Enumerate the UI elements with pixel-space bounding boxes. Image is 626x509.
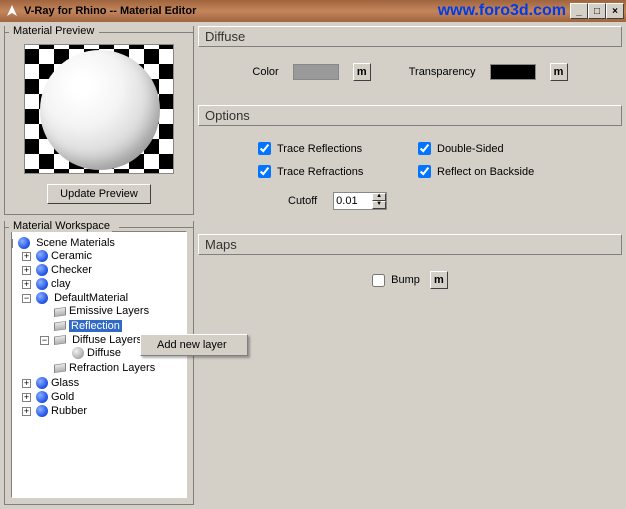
tree-layer-reflection[interactable]: Reflection — [69, 320, 122, 332]
material-icon — [36, 405, 48, 417]
app-icon — [4, 3, 20, 19]
watermark: www.foro3d.com — [438, 2, 566, 20]
transparency-label: Transparency — [409, 66, 476, 78]
material-icon — [36, 278, 48, 290]
layer-icon — [54, 335, 66, 345]
tree-item[interactable]: Gold — [51, 391, 74, 403]
tree-layer-diffuse-layers[interactable]: Diffuse Layers — [72, 334, 142, 346]
materials-tree[interactable]: − Scene Materials + Ceramic + Checker + cla… — [11, 231, 187, 498]
tree-toggle[interactable]: + — [22, 252, 31, 261]
title-bar: V-Ray for Rhino -- Material Editor www.f… — [0, 0, 626, 22]
tree-toggle[interactable]: + — [22, 266, 31, 275]
tree-item[interactable]: clay — [51, 278, 71, 290]
color-map-button[interactable]: m — [353, 63, 371, 81]
preview-sphere — [40, 50, 160, 170]
minimize-button[interactable]: _ — [570, 3, 588, 19]
cutoff-input[interactable] — [334, 193, 372, 209]
window-title: V-Ray for Rhino -- Material Editor — [24, 5, 196, 17]
tree-toggle[interactable]: − — [11, 239, 13, 248]
cutoff-spinner[interactable]: ▲ ▼ — [333, 192, 387, 210]
preview-image — [24, 44, 174, 174]
tree-root[interactable]: Scene Materials — [36, 237, 115, 249]
tree-item[interactable]: Ceramic — [51, 250, 92, 262]
layer-icon — [54, 363, 66, 373]
tree-item-default[interactable]: DefaultMaterial — [54, 292, 128, 304]
color-swatch[interactable] — [293, 64, 339, 80]
options-header[interactable]: Options — [198, 105, 622, 126]
material-icon — [36, 377, 48, 389]
material-preview-group: Material Preview Update Preview — [4, 26, 194, 215]
tree-layer-diffuse[interactable]: Diffuse — [87, 347, 121, 359]
update-preview-button[interactable]: Update Preview — [47, 184, 151, 204]
diffuse-icon — [72, 347, 84, 359]
tree-item[interactable]: Checker — [51, 264, 92, 276]
add-new-layer-item[interactable]: Add new layer — [141, 337, 247, 353]
group-label: Material Workspace — [11, 220, 112, 232]
material-icon — [36, 391, 48, 403]
cutoff-up[interactable]: ▲ — [372, 193, 386, 201]
group-label: Material Preview — [11, 25, 96, 37]
cutoff-label: Cutoff — [288, 195, 317, 207]
transparency-swatch[interactable] — [490, 64, 536, 80]
material-icon — [36, 264, 48, 276]
close-button[interactable]: × — [606, 3, 624, 19]
tree-item[interactable]: Rubber — [51, 405, 87, 417]
material-icon — [36, 250, 48, 262]
tree-toggle[interactable]: + — [22, 379, 31, 388]
options-panel: Trace Reflections Double-Sided Trace Ref… — [198, 132, 622, 228]
tree-toggle[interactable]: − — [22, 294, 31, 303]
cutoff-down[interactable]: ▼ — [372, 201, 386, 209]
material-icon — [18, 237, 30, 249]
bump-check[interactable]: Bump — [372, 274, 420, 287]
trace-reflections-check[interactable]: Trace Reflections — [258, 142, 418, 155]
color-label: Color — [252, 66, 278, 78]
reflect-backside-check[interactable]: Reflect on Backside — [418, 165, 578, 178]
tree-toggle[interactable]: + — [22, 280, 31, 289]
layer-icon — [54, 321, 66, 331]
tree-toggle[interactable]: + — [22, 393, 31, 402]
tree-toggle[interactable]: − — [40, 336, 49, 345]
layer-icon — [54, 307, 66, 317]
tree-layer-refraction[interactable]: Refraction Layers — [69, 362, 155, 374]
diffuse-panel: Color m Transparency m — [198, 53, 622, 99]
trace-refractions-check[interactable]: Trace Refractions — [258, 165, 418, 178]
tree-layer-emissive[interactable]: Emissive Layers — [69, 306, 149, 318]
double-sided-check[interactable]: Double-Sided — [418, 142, 578, 155]
transparency-map-button[interactable]: m — [550, 63, 568, 81]
context-menu: Add new layer — [140, 334, 248, 356]
bump-map-button[interactable]: m — [430, 271, 448, 289]
material-workspace-group: Material Workspace − Scene Materials + Ce… — [4, 221, 194, 505]
maps-panel: Bump m — [198, 261, 622, 505]
maximize-button[interactable]: □ — [588, 3, 606, 19]
diffuse-header[interactable]: Diffuse — [198, 26, 622, 47]
material-icon — [36, 292, 48, 304]
maps-header[interactable]: Maps — [198, 234, 622, 255]
tree-item[interactable]: Glass — [51, 377, 79, 389]
tree-toggle[interactable]: + — [22, 407, 31, 416]
